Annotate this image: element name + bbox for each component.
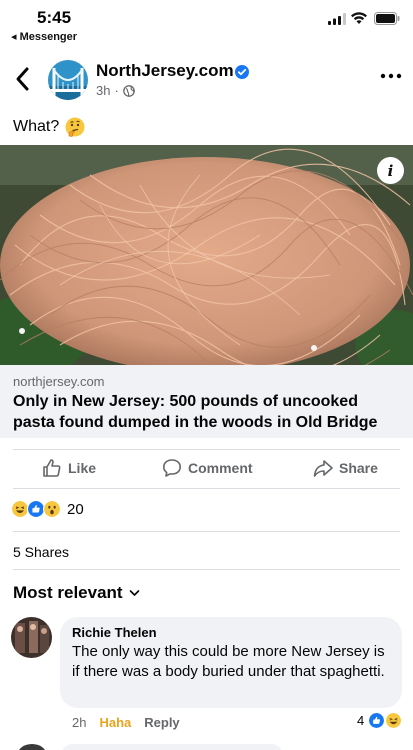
- like-icon: [368, 712, 386, 729]
- share-label: Share: [339, 460, 378, 476]
- meta-separator: ·: [114, 83, 119, 98]
- comment-text: The only way this could be more New Jers…: [72, 643, 385, 680]
- like-label: Like: [68, 460, 97, 476]
- comment-label: Comment: [188, 460, 253, 476]
- back-to-messenger-link[interactable]: ◂ Messenger: [11, 30, 77, 43]
- page-name[interactable]: NorthJersey.com: [96, 61, 234, 81]
- post-meta: 3h ·: [96, 83, 135, 98]
- share-button[interactable]: Share: [313, 458, 378, 478]
- wifi-icon: [351, 12, 367, 24]
- post-time[interactable]: 3h: [96, 83, 110, 98]
- caption-text: What?: [13, 118, 60, 135]
- status-bar: 5:45 ◂ Messenger: [0, 0, 413, 46]
- link-domain: northjersey.com: [13, 374, 105, 389]
- link-headline: Only in New Jersey: 500 pounds of uncook…: [13, 393, 378, 431]
- info-button[interactable]: i: [377, 157, 404, 184]
- reaction-summary[interactable]: 20: [11, 500, 84, 518]
- chevron-down-icon: [129, 590, 139, 596]
- comment-haha-button[interactable]: Haha: [99, 715, 131, 730]
- comment-button[interactable]: Comment: [162, 458, 253, 478]
- wow-icon: [43, 500, 61, 518]
- more-options-icon[interactable]: [380, 72, 402, 80]
- share-arrow-icon: [313, 460, 333, 477]
- comment-author[interactable]: Richie Thelen: [72, 625, 390, 640]
- page-avatar[interactable]: [48, 60, 88, 100]
- thumbs-up-icon: [43, 459, 61, 477]
- like-button[interactable]: Like: [42, 458, 96, 478]
- battery-icon: [374, 12, 400, 25]
- status-time: 5:45: [37, 8, 72, 27]
- haha-icon: [385, 712, 403, 729]
- divider: [13, 531, 400, 532]
- post-photo[interactable]: [0, 145, 413, 365]
- comment-reaction-count: 4: [357, 713, 365, 728]
- verified-badge-icon: [235, 65, 249, 79]
- post-header: NorthJersey.com 3h ·: [0, 54, 413, 110]
- action-bar: Like Comment Share: [0, 450, 413, 486]
- cellular-signal-icon: [328, 13, 346, 25]
- comment-bubble[interactable]: Richie Thelen The only way this could be…: [60, 617, 402, 708]
- divider: [13, 488, 400, 489]
- next-commenter-avatar[interactable]: [18, 744, 46, 750]
- next-comment-bubble[interactable]: [62, 744, 282, 750]
- reaction-count: 20: [67, 500, 84, 518]
- thinking-face-icon: [65, 117, 85, 137]
- shares-count[interactable]: 5 Shares: [13, 544, 69, 560]
- commenter-avatar[interactable]: [11, 617, 52, 658]
- post-caption: What?: [13, 117, 85, 137]
- link-preview[interactable]: northjersey.com Only in New Jersey: 500 …: [0, 365, 413, 438]
- comment-reply-button[interactable]: Reply: [144, 715, 179, 730]
- globe-icon: [122, 84, 135, 97]
- comment-time[interactable]: 2h: [72, 715, 86, 730]
- comment-icon: [163, 459, 181, 477]
- sort-label: Most relevant: [13, 583, 123, 602]
- back-arrow-icon[interactable]: [14, 66, 30, 92]
- comment-reactions[interactable]: 4: [357, 712, 403, 729]
- divider: [13, 569, 400, 570]
- comment-sort-dropdown[interactable]: Most relevant: [13, 583, 140, 603]
- comment-meta: 2h Haha Reply: [72, 715, 180, 730]
